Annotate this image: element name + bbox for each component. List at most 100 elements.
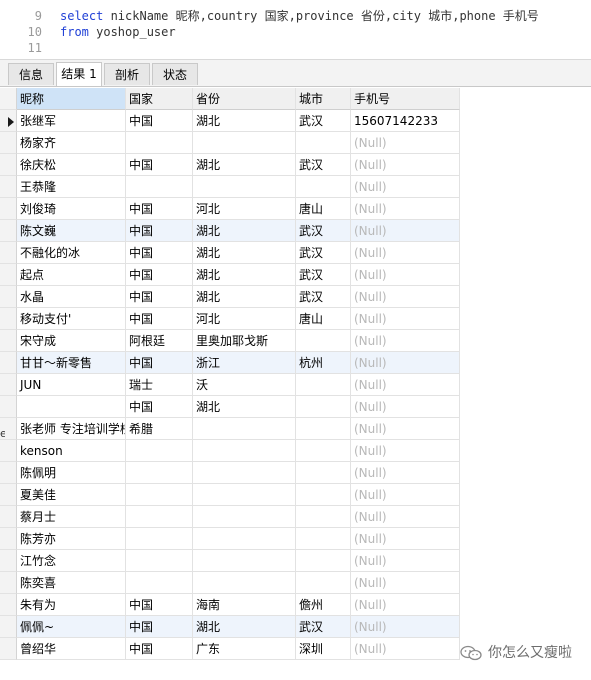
table-cell[interactable]: 陈奕喜 bbox=[17, 572, 126, 594]
table-cell[interactable]: (Null) bbox=[351, 176, 460, 198]
table-cell[interactable]: 里奥加耶戈斯 bbox=[193, 330, 296, 352]
table-cell[interactable]: 朱有为 bbox=[17, 594, 126, 616]
table-cell[interactable] bbox=[193, 572, 296, 594]
table-cell[interactable]: (Null) bbox=[351, 154, 460, 176]
table-cell[interactable]: 水晶 bbox=[17, 286, 126, 308]
table-cell[interactable]: 夏美佳 bbox=[17, 484, 126, 506]
table-cell[interactable]: (Null) bbox=[351, 220, 460, 242]
table-cell[interactable]: (Null) bbox=[351, 528, 460, 550]
table-cell[interactable] bbox=[296, 132, 351, 154]
table-cell[interactable]: 湖北 bbox=[193, 264, 296, 286]
tab-1[interactable]: 结果 1 bbox=[56, 62, 102, 86]
table-cell[interactable]: (Null) bbox=[351, 440, 460, 462]
table-row[interactable]: 杨家齐 (Null) bbox=[0, 132, 460, 154]
table-cell[interactable]: 湖北 bbox=[193, 242, 296, 264]
table-cell[interactable]: 移动支付' bbox=[17, 308, 126, 330]
table-cell[interactable]: (Null) bbox=[351, 594, 460, 616]
table-cell[interactable]: 儋州 bbox=[296, 594, 351, 616]
table-cell[interactable]: 中国 bbox=[126, 110, 193, 132]
table-cell[interactable]: 阿根廷 bbox=[126, 330, 193, 352]
table-cell[interactable]: 中国 bbox=[126, 154, 193, 176]
table-cell[interactable] bbox=[126, 440, 193, 462]
table-cell[interactable]: 湖北 bbox=[193, 154, 296, 176]
table-cell[interactable]: 中国 bbox=[126, 594, 193, 616]
table-row[interactable]: 陈芳亦 (Null) bbox=[0, 528, 460, 550]
table-cell[interactable]: (Null) bbox=[351, 242, 460, 264]
column-header[interactable]: 城市 bbox=[296, 88, 351, 110]
table-row[interactable]: 曾绍华 中国 广东 深圳 (Null) bbox=[0, 638, 460, 660]
table-cell[interactable]: 张继军 bbox=[17, 110, 126, 132]
table-cell[interactable] bbox=[193, 528, 296, 550]
table-cell[interactable] bbox=[296, 506, 351, 528]
table-row[interactable]: 张继军 中国 湖北 武汉 15607142233 bbox=[0, 110, 460, 132]
table-cell[interactable] bbox=[296, 176, 351, 198]
table-cell[interactable]: (Null) bbox=[351, 506, 460, 528]
table-cell[interactable]: 中国 bbox=[126, 220, 193, 242]
table-cell[interactable]: 中国 bbox=[126, 638, 193, 660]
table-cell[interactable] bbox=[296, 462, 351, 484]
table-cell[interactable]: 中国 bbox=[126, 616, 193, 638]
table-cell[interactable]: 浙江 bbox=[193, 352, 296, 374]
table-cell[interactable]: (Null) bbox=[351, 462, 460, 484]
table-cell[interactable]: 杨家齐 bbox=[17, 132, 126, 154]
column-header[interactable]: 手机号 bbox=[351, 88, 460, 110]
table-cell[interactable] bbox=[193, 484, 296, 506]
table-cell[interactable]: 曾绍华 bbox=[17, 638, 126, 660]
table-cell[interactable]: 杭州 bbox=[296, 352, 351, 374]
table-row[interactable]: 刘俊琦 中国 河北 唐山 (Null) bbox=[0, 198, 460, 220]
table-cell[interactable] bbox=[193, 462, 296, 484]
table-cell[interactable]: 深圳 bbox=[296, 638, 351, 660]
table-cell[interactable]: (Null) bbox=[351, 418, 460, 440]
table-cell[interactable] bbox=[296, 572, 351, 594]
table-cell[interactable]: 起点 bbox=[17, 264, 126, 286]
table-cell[interactable]: 河北 bbox=[193, 198, 296, 220]
table-cell[interactable] bbox=[296, 330, 351, 352]
table-row[interactable]: 张老师 专注培训学校 希腊 (Null) bbox=[0, 418, 460, 440]
table-row[interactable]: 水晶 中国 湖北 武汉 (Null) bbox=[0, 286, 460, 308]
table-cell[interactable]: 陈文巍 bbox=[17, 220, 126, 242]
table-cell[interactable]: 中国 bbox=[126, 264, 193, 286]
table-cell[interactable]: 15607142233 bbox=[351, 110, 460, 132]
table-cell[interactable]: 武汉 bbox=[296, 110, 351, 132]
table-cell[interactable] bbox=[17, 396, 126, 418]
table-cell[interactable] bbox=[126, 176, 193, 198]
table-cell[interactable] bbox=[126, 550, 193, 572]
column-header[interactable]: 国家 bbox=[126, 88, 193, 110]
table-cell[interactable]: (Null) bbox=[351, 396, 460, 418]
table-cell[interactable]: 江竹念 bbox=[17, 550, 126, 572]
table-cell[interactable]: 刘俊琦 bbox=[17, 198, 126, 220]
table-cell[interactable] bbox=[126, 572, 193, 594]
table-cell[interactable] bbox=[126, 462, 193, 484]
table-row[interactable]: 宋守成 阿根廷 里奥加耶戈斯 (Null) bbox=[0, 330, 460, 352]
table-cell[interactable] bbox=[296, 396, 351, 418]
table-cell[interactable]: kenson bbox=[17, 440, 126, 462]
table-cell[interactable]: 瑞士 bbox=[126, 374, 193, 396]
tab-0[interactable]: 信息 bbox=[8, 63, 54, 85]
table-cell[interactable]: (Null) bbox=[351, 374, 460, 396]
table-cell[interactable]: (Null) bbox=[351, 572, 460, 594]
table-row[interactable]: 甘甘～新零售 中国 浙江 杭州 (Null) bbox=[0, 352, 460, 374]
table-cell[interactable]: 陈芳亦 bbox=[17, 528, 126, 550]
table-row[interactable]: 朱有为 中国 海南 儋州 (Null) bbox=[0, 594, 460, 616]
table-cell[interactable]: 沃 bbox=[193, 374, 296, 396]
table-cell[interactable] bbox=[126, 506, 193, 528]
table-cell[interactable] bbox=[193, 506, 296, 528]
table-cell[interactable] bbox=[126, 484, 193, 506]
table-cell[interactable] bbox=[193, 132, 296, 154]
table-cell[interactable]: 湖北 bbox=[193, 286, 296, 308]
table-cell[interactable]: 湖北 bbox=[193, 396, 296, 418]
table-cell[interactable]: 海南 bbox=[193, 594, 296, 616]
tab-3[interactable]: 状态 bbox=[152, 63, 198, 85]
table-cell[interactable]: 武汉 bbox=[296, 264, 351, 286]
table-cell[interactable]: 中国 bbox=[126, 242, 193, 264]
table-cell[interactable] bbox=[193, 550, 296, 572]
table-cell[interactable]: (Null) bbox=[351, 550, 460, 572]
table-row[interactable]: 佩佩~ 中国 湖北 武汉 (Null) bbox=[0, 616, 460, 638]
table-cell[interactable] bbox=[296, 550, 351, 572]
table-cell[interactable]: 武汉 bbox=[296, 242, 351, 264]
table-cell[interactable]: (Null) bbox=[351, 198, 460, 220]
table-cell[interactable]: 佩佩~ bbox=[17, 616, 126, 638]
table-cell[interactable]: 中国 bbox=[126, 198, 193, 220]
table-cell[interactable]: (Null) bbox=[351, 286, 460, 308]
table-cell[interactable] bbox=[296, 484, 351, 506]
